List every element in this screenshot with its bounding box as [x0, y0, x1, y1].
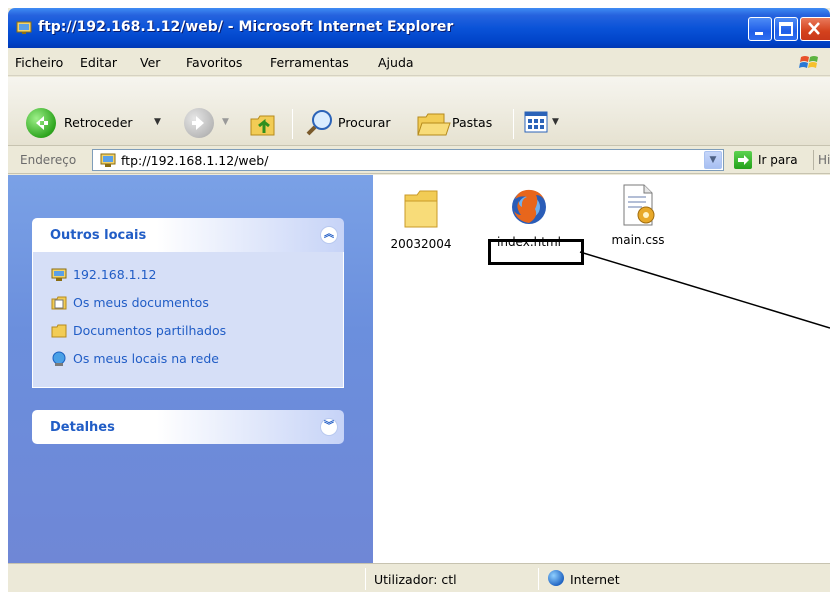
back-label[interactable]: Retroceder [64, 115, 133, 130]
details-title: Detalhes [50, 420, 115, 435]
address-value: ftp://192.168.1.12/web/ [121, 153, 269, 168]
links-label[interactable]: Hiperligações [818, 153, 830, 167]
other-places-body: 192.168.1.12 Os meus documentos Document… [32, 252, 344, 388]
forward-arrow-icon [192, 116, 204, 130]
ie-window: ftp://192.168.1.12/web/ - Microsoft Inte… [8, 8, 830, 592]
shared-documents-icon [51, 324, 67, 338]
file-item[interactable]: main.css [598, 183, 678, 247]
link-ftp-server-label: 192.168.1.12 [73, 267, 157, 282]
menu-ficheiro[interactable]: Ficheiro [15, 55, 63, 70]
forward-dropdown-icon[interactable]: ▼ [222, 117, 229, 127]
menu-bar: Ficheiro Editar Ver Favoritos Ferramenta… [8, 48, 830, 76]
details-header[interactable]: Detalhes ︾ [32, 410, 344, 444]
folders-label[interactable]: Pastas [452, 115, 492, 130]
expand-chevron-icon[interactable]: ︾ [320, 418, 338, 436]
close-button[interactable] [800, 17, 830, 41]
standard-toolbar: Retroceder ▼ ▼ Procurar Pastas ▼ [8, 77, 830, 146]
menu-ferramentas[interactable]: Ferramentas [270, 55, 349, 70]
index-html-highlight [488, 239, 584, 265]
address-label: Endereço [20, 153, 77, 167]
views-icon[interactable] [523, 109, 549, 135]
maximize-button[interactable] [774, 17, 798, 41]
link-my-documents-label: Os meus documentos [73, 295, 209, 310]
up-folder-icon[interactable] [248, 107, 280, 139]
address-dropdown-icon[interactable]: ▼ [704, 151, 722, 169]
menu-ver[interactable]: Ver [140, 55, 160, 70]
task-pane: Outros locais ︽ 192.168.1.12 Os meus doc… [8, 175, 373, 563]
views-dropdown-icon[interactable]: ▼ [552, 117, 559, 127]
other-places-title: Outros locais [50, 228, 147, 243]
ftp-globe-icon [16, 21, 32, 34]
file-name: 20032004 [390, 237, 452, 251]
menu-favoritos[interactable]: Favoritos [186, 55, 242, 70]
firefox-html-icon [512, 189, 546, 224]
internet-zone-icon [548, 570, 564, 586]
link-network-places-label: Os meus locais na rede [73, 351, 219, 366]
minimize-button[interactable] [748, 17, 772, 41]
link-shared-documents-label: Documentos partilhados [73, 323, 227, 338]
back-arrow-icon [36, 116, 48, 130]
back-button[interactable] [26, 108, 56, 138]
collapse-chevron-icon[interactable]: ︽ [320, 226, 338, 244]
menu-ajuda[interactable]: Ajuda [378, 55, 414, 70]
status-separator [538, 568, 539, 590]
toolbar-separator [513, 109, 514, 139]
status-separator [365, 568, 366, 590]
address-bar: Endereço ftp://192.168.1.12/web/ ▼ Ir pa… [8, 146, 830, 174]
forward-button[interactable] [184, 108, 214, 138]
css-file-icon [623, 184, 655, 226]
folder-icon [404, 190, 438, 228]
search-label[interactable]: Procurar [338, 115, 391, 130]
status-user: Utilizador: ctl [374, 572, 457, 587]
go-button[interactable] [734, 151, 752, 169]
ftp-location-icon [100, 153, 116, 167]
back-dropdown-icon[interactable]: ▼ [154, 117, 161, 127]
windows-logo-icon [799, 56, 818, 68]
ftp-server-icon [51, 268, 67, 281]
address-input[interactable]: ftp://192.168.1.12/web/ ▼ [92, 149, 724, 171]
status-zone: Internet [570, 572, 620, 587]
window-title: ftp://192.168.1.12/web/ - Microsoft Inte… [38, 19, 454, 35]
toolbar-separator [292, 109, 293, 139]
title-bar[interactable]: ftp://192.168.1.12/web/ - Microsoft Inte… [8, 8, 830, 48]
file-list: 20032004 index.html main.css [373, 175, 830, 563]
search-icon[interactable] [304, 107, 336, 139]
menu-editar[interactable]: Editar [80, 55, 117, 70]
minimize-icon [755, 32, 763, 35]
file-name: main.css [611, 233, 665, 247]
file-item[interactable]: 20032004 [381, 187, 461, 251]
go-arrow-icon [738, 155, 749, 165]
status-bar: Utilizador: ctl Internet [8, 563, 830, 592]
close-icon [808, 22, 820, 35]
links-separator [813, 150, 814, 170]
maximize-icon [779, 22, 793, 36]
my-documents-icon [51, 296, 67, 310]
folders-icon[interactable] [416, 107, 452, 139]
other-places-header[interactable]: Outros locais ︽ [32, 218, 344, 252]
network-places-icon [52, 351, 66, 366]
go-label[interactable]: Ir para [758, 153, 798, 167]
